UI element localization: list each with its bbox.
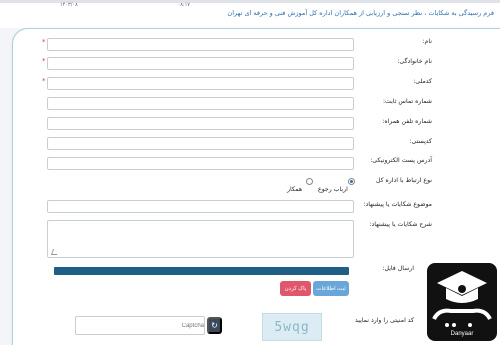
mobile-input[interactable]: [47, 117, 354, 130]
description-label: شرح شکایات یا پیشنهاد:: [369, 221, 432, 228]
watermark-caption: Danyaar: [451, 331, 474, 337]
file-upload-bar[interactable]: [54, 267, 349, 275]
header-meta: ۱۴۰۳/۰۸ ۰۸:۱۷: [60, 2, 190, 8]
header-meta-item: ۰۸:۱۷: [177, 2, 190, 8]
captcha-text: 5wqg: [274, 319, 310, 335]
danyaar-logo: Danyaar: [427, 263, 497, 341]
resize-handle[interactable]: [50, 249, 60, 255]
submit-button[interactable]: ثبت اطلاعات: [313, 281, 349, 296]
required-star: *: [42, 57, 46, 65]
family-label: نام خانوادگی:: [397, 58, 432, 65]
clear-button[interactable]: پاک کردن: [280, 281, 311, 296]
refresh-icon: ↻: [211, 321, 218, 330]
postal-label: کدپستی:: [409, 138, 432, 145]
mobile-label: شماره تلفن همراه:: [382, 118, 432, 125]
captcha-input[interactable]: [75, 316, 205, 335]
name-input[interactable]: [47, 38, 354, 51]
upload-label: ارسال فایل:: [382, 265, 414, 272]
subject-label: موضوع شکایات یا پیشنهاد:: [363, 201, 432, 208]
name-label: نام:: [422, 38, 432, 45]
required-star: *: [42, 77, 46, 85]
relation-label: نوع ارتباط با اداره کل: [375, 177, 432, 184]
top-bar: ۱۴۰۳/۰۸ ۰۸:۱۷ فرم رسیدگی به شکایات ، نظر…: [0, 0, 500, 28]
description-textarea[interactable]: [47, 220, 354, 258]
radio-colleague[interactable]: [306, 178, 313, 185]
refresh-captcha-button[interactable]: ↻: [207, 317, 222, 334]
phone-label: شماره تماس ثابت:: [382, 98, 432, 105]
national-code-label: کدملی:: [413, 78, 432, 85]
email-input[interactable]: [47, 157, 354, 170]
danyaar-watermark: Danyaar: [427, 263, 497, 341]
radio-colleague-label: همکار: [287, 186, 303, 193]
postal-input[interactable]: [47, 137, 354, 150]
national-code-input[interactable]: [47, 77, 354, 90]
radio-client[interactable]: [348, 178, 355, 185]
captcha-hint: کد امنیتی را وارد نمایید: [354, 317, 414, 324]
form-notice: فرم رسیدگی به شکایات ، نظر سنجی و ارزیاب…: [227, 9, 494, 17]
header-meta-item: ۱۴۰۳/۰۸: [60, 2, 78, 8]
email-label: آدرس پست الکترونیکی:: [370, 157, 432, 164]
captcha-image: 5wqg: [262, 313, 322, 341]
family-input[interactable]: [47, 57, 354, 70]
radio-client-label: ارباب رجوع: [318, 186, 348, 193]
subject-input[interactable]: [47, 200, 354, 213]
phone-input[interactable]: [47, 97, 354, 110]
required-star: *: [42, 38, 46, 46]
